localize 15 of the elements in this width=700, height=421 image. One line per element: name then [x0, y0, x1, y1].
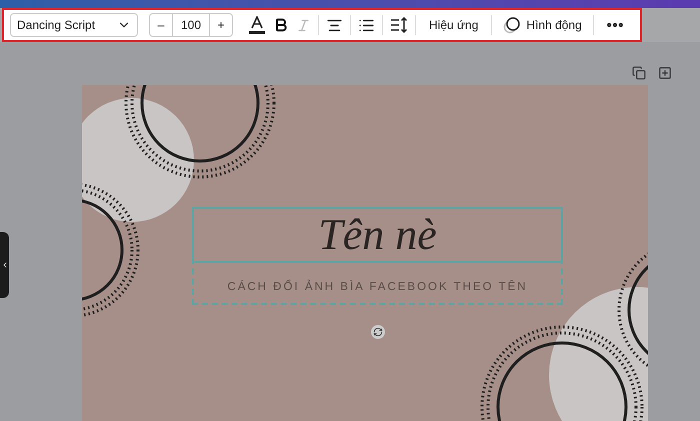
animation-icon	[503, 16, 522, 34]
font-dropdown[interactable]: Dancing Script	[10, 13, 138, 37]
duplicate-page-icon[interactable]	[632, 66, 646, 80]
title-text[interactable]: Tên nè	[192, 207, 563, 263]
increase-button[interactable]: +	[210, 14, 232, 36]
animate-button[interactable]: Hình động	[499, 12, 586, 38]
effects-button[interactable]: Hiệu ứng	[423, 12, 484, 38]
add-page-icon[interactable]	[658, 66, 672, 80]
bold-icon[interactable]	[273, 17, 289, 33]
text-color-icon	[249, 16, 265, 34]
decrease-button[interactable]: –	[150, 14, 172, 36]
line-spacing-icon[interactable]	[390, 17, 408, 33]
side-panel-tab[interactable]	[0, 232, 9, 298]
font-size-field[interactable]: 100	[172, 14, 210, 36]
text-color-button[interactable]	[248, 16, 266, 34]
